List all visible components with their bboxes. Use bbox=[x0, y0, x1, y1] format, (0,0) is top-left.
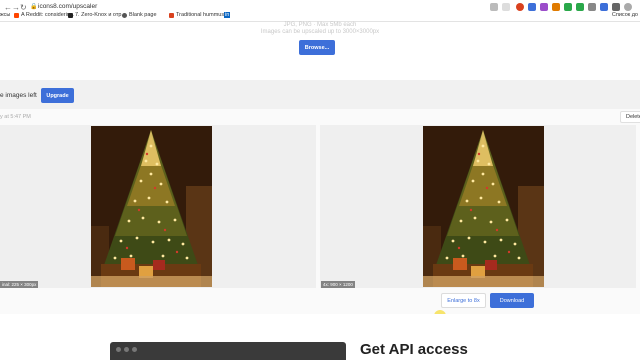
formats-text: JPG, PNG · Max 5Mb each bbox=[283, 22, 357, 28]
back-icon[interactable]: ← bbox=[4, 3, 12, 12]
timestamp: y at 5:47 PM bbox=[0, 114, 31, 120]
extension-icon[interactable] bbox=[564, 3, 572, 11]
original-image bbox=[91, 126, 212, 287]
extension-icon[interactable] bbox=[540, 3, 548, 11]
api-title: Get API access bbox=[360, 341, 468, 358]
linkedin-icon[interactable]: in bbox=[224, 12, 231, 18]
puzzle-icon[interactable] bbox=[612, 3, 620, 11]
extension-icon[interactable] bbox=[588, 3, 596, 11]
address-bar[interactable]: icons8.com/upscaler bbox=[38, 3, 97, 10]
other-bookmarks[interactable]: Список до bbox=[612, 12, 638, 18]
reload-icon[interactable]: ↻ bbox=[20, 3, 27, 12]
window-dot-icon bbox=[116, 347, 121, 352]
globe-icon bbox=[122, 12, 127, 18]
original-dimensions: inal: 225 × 300px bbox=[0, 281, 39, 288]
window-dot-icon bbox=[124, 347, 129, 352]
download-button[interactable]: Download bbox=[490, 293, 534, 308]
code-window bbox=[110, 342, 346, 360]
window-dot-icon bbox=[132, 347, 137, 352]
bookmark-item[interactable]: Blank page bbox=[122, 12, 157, 18]
limit-text: Images can be upscaled up to 3000×3000px bbox=[260, 29, 380, 35]
extension-icon[interactable] bbox=[516, 3, 524, 11]
bookmark-item[interactable]: 7. Zero-Knox и отр... bbox=[68, 12, 126, 18]
extension-icon[interactable] bbox=[576, 3, 584, 11]
bookmarks-bar: жсы A Reddit: considerin... 7. Zero-Knox… bbox=[0, 12, 640, 22]
bookmark-item[interactable]: A Reddit: considerin... bbox=[14, 12, 75, 18]
delete-button[interactable]: Delete bbox=[620, 111, 640, 123]
browser-toolbar: ← → ↻ 🔒 icons8.com/upscaler жсы A Reddit… bbox=[0, 0, 640, 22]
images-left-text: e images left bbox=[0, 92, 37, 99]
extension-icon[interactable] bbox=[552, 3, 560, 11]
upscaled-image bbox=[423, 126, 544, 287]
extension-icon[interactable] bbox=[528, 3, 536, 11]
reddit-icon bbox=[14, 12, 19, 18]
star-icon[interactable] bbox=[502, 3, 510, 11]
site-icon bbox=[169, 12, 174, 18]
site-icon bbox=[68, 12, 73, 18]
enlarge-button[interactable]: Enlarge to 8x bbox=[441, 293, 486, 308]
forward-icon[interactable]: → bbox=[12, 3, 20, 12]
lock-icon[interactable]: 🔒 bbox=[30, 3, 37, 10]
bookmark-item[interactable]: жсы bbox=[0, 12, 10, 18]
translate-icon[interactable] bbox=[490, 3, 498, 11]
upload-panel: JPG, PNG · Max 5Mb each Images can be up… bbox=[0, 22, 640, 80]
bookmark-item[interactable]: Traditional hummus... bbox=[169, 12, 229, 18]
upgrade-button[interactable]: Upgrade bbox=[41, 88, 74, 103]
avatar[interactable] bbox=[624, 3, 632, 11]
browse-button[interactable]: Browse... bbox=[299, 40, 335, 55]
extension-icon[interactable] bbox=[600, 3, 608, 11]
upscaled-dimensions: 4x: 900 × 1200 bbox=[321, 281, 355, 288]
